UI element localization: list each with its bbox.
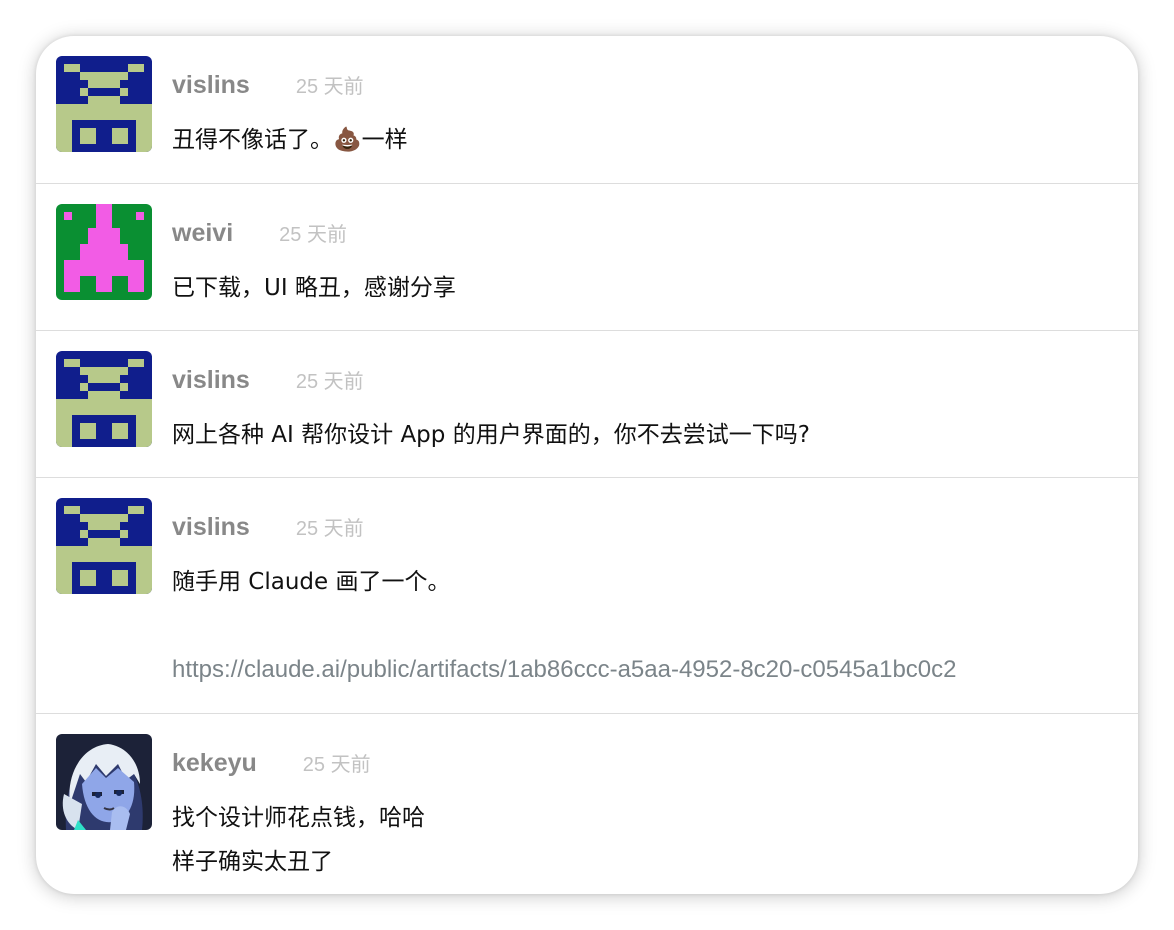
space-invader-avatar-icon	[56, 56, 152, 152]
artifact-link[interactable]: https://claude.ai/public/artifacts/1ab86…	[172, 656, 957, 683]
comment-line: 样子确实太丑了	[172, 849, 333, 875]
username[interactable]: weivi	[172, 219, 233, 248]
timestamp: 25 天前	[302, 754, 371, 776]
username[interactable]: vislins	[172, 71, 250, 100]
comment-text: 网上各种 AI 帮你设计 App 的用户界面的，你不去尝试一下吗?	[172, 413, 810, 457]
timestamp: 25 天前	[295, 76, 364, 98]
comment-text: 找个设计师花点钱，哈哈 样子确实太丑了	[172, 796, 425, 884]
comment-meta: kekeyu 25 天前	[172, 748, 371, 778]
space-invader-avatar-icon	[56, 204, 152, 300]
user-avatar[interactable]	[56, 498, 152, 594]
comment-line: 网上各种 AI 帮你设计 App 的用户界面的，你不去尝试一下吗?	[172, 422, 810, 448]
username[interactable]: vislins	[172, 366, 250, 395]
user-avatar[interactable]	[56, 351, 152, 447]
comment-item: kekeyu 25 天前 找个设计师花点钱，哈哈 样子确实太丑了	[36, 713, 1138, 894]
comment-meta: weivi 25 天前	[172, 218, 347, 248]
comment-meta: vislins 25 天前	[172, 512, 364, 542]
user-avatar[interactable]	[56, 734, 152, 830]
user-avatar[interactable]	[56, 204, 152, 300]
comment-text: 随手用 Claude 画了一个。 https://claude.ai/publi…	[172, 560, 957, 692]
username[interactable]: vislins	[172, 513, 250, 542]
comment-list: vislins 25 天前 丑得不像话了。💩一样 weivi 25 天前 已下载…	[36, 36, 1138, 894]
timestamp: 25 天前	[295, 518, 364, 540]
comment-text: 已下载，UI 略丑，感谢分享	[172, 266, 456, 310]
comment-line: 丑得不像话了。💩一样	[172, 127, 408, 153]
timestamp: 25 天前	[295, 371, 364, 393]
comment-item: weivi 25 天前 已下载，UI 略丑，感谢分享	[36, 183, 1138, 330]
space-invader-avatar-icon	[56, 498, 152, 594]
comment-line: 随手用 Claude 画了一个。	[172, 569, 451, 595]
comment-meta: vislins 25 天前	[172, 365, 364, 395]
comment-line: 已下载，UI 略丑，感谢分享	[172, 275, 456, 301]
comment-item: vislins 25 天前 随手用 Claude 画了一个。 https://c…	[36, 477, 1138, 713]
user-avatar[interactable]	[56, 56, 152, 152]
comment-item: vislins 25 天前 丑得不像话了。💩一样	[36, 36, 1138, 183]
anime-character-avatar-icon	[56, 734, 152, 830]
space-invader-avatar-icon	[56, 351, 152, 447]
comment-text: 丑得不像话了。💩一样	[172, 118, 408, 162]
comment-item: vislins 25 天前 网上各种 AI 帮你设计 App 的用户界面的，你不…	[36, 330, 1138, 477]
username[interactable]: kekeyu	[172, 749, 257, 778]
comment-line: 找个设计师花点钱，哈哈	[172, 805, 425, 831]
comment-meta: vislins 25 天前	[172, 70, 364, 100]
timestamp: 25 天前	[279, 224, 347, 246]
